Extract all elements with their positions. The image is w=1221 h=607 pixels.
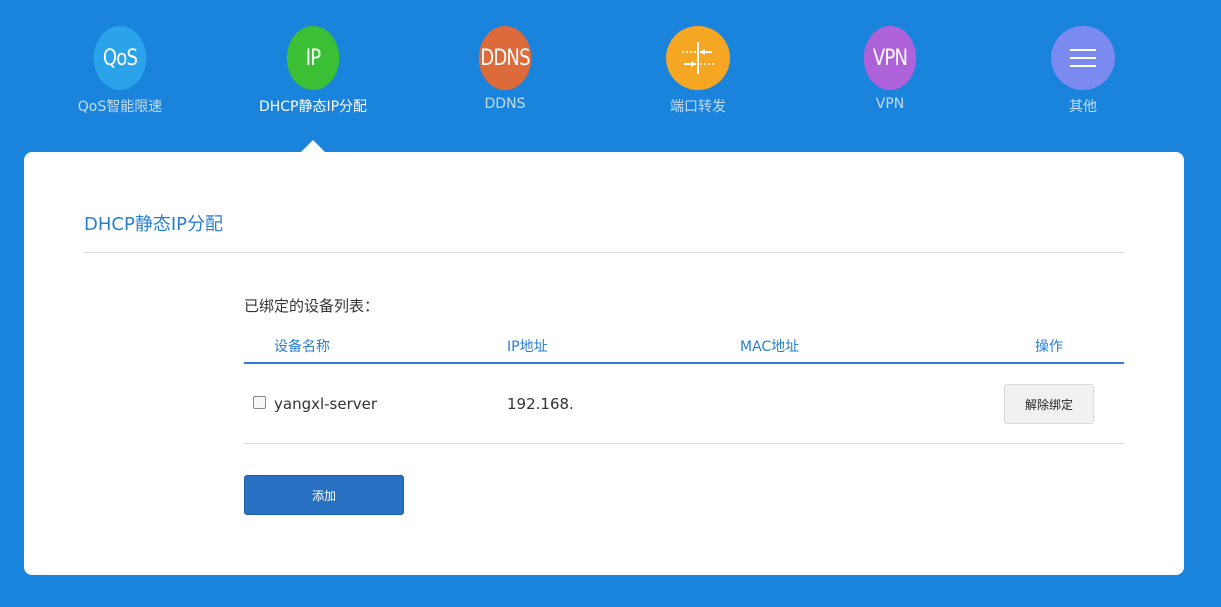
column-header-ip: IP地址 [507, 339, 548, 355]
nav-item-label: DDNS [484, 96, 526, 112]
column-header-device-name: 设备名称 [274, 339, 330, 355]
vpn-badge-icon: VPN [863, 26, 917, 90]
table-header: 设备名称 IP地址 MAC地址 操作 [244, 334, 1124, 364]
content-panel: DHCP静态IP分配 已绑定的设备列表： 设备名称 IP地址 MAC地址 操作 … [24, 152, 1184, 575]
column-header-action: 操作 [1035, 339, 1063, 355]
nav-item-label: 其他 [1069, 99, 1097, 115]
table-row: yangxl-server 192.168. 解除绑定 [244, 363, 1124, 444]
column-header-mac: MAC地址 [740, 339, 800, 355]
ddns-badge-icon: DDNS [478, 26, 532, 90]
ip-badge-icon: IP [286, 26, 340, 90]
nav-item-dhcp-static-ip[interactable]: IP DHCP静态IP分配 [233, 26, 393, 116]
top-nav: QoS QoS智能限速 IP DHCP静态IP分配 DDNS DDNS 端口转发… [0, 0, 1221, 150]
nav-item-other[interactable]: 其他 [1003, 26, 1163, 116]
nav-item-qos[interactable]: QoS QoS智能限速 [40, 26, 200, 116]
nav-item-label: VPN [875, 96, 905, 112]
row-checkbox[interactable] [253, 396, 266, 409]
qos-badge-icon: QoS [93, 26, 147, 90]
unbind-button[interactable]: 解除绑定 [1004, 384, 1094, 424]
device-name-cell: yangxl-server [274, 395, 378, 413]
add-button[interactable]: 添加 [244, 475, 404, 515]
nav-item-ddns[interactable]: DDNS DDNS [425, 26, 585, 112]
port-forward-icon [666, 26, 730, 90]
nav-item-vpn[interactable]: VPN VPN [810, 26, 970, 112]
ip-address-cell: 192.168. [507, 395, 574, 413]
active-tab-pointer [301, 140, 325, 152]
bound-device-list-caption: 已绑定的设备列表： [244, 297, 380, 315]
page-title: DHCP静态IP分配 [84, 214, 223, 235]
nav-item-label: 端口转发 [670, 99, 726, 115]
nav-item-label: QoS智能限速 [77, 99, 163, 115]
title-divider [84, 252, 1124, 253]
nav-item-label: DHCP静态IP分配 [258, 99, 368, 115]
menu-icon [1051, 26, 1115, 90]
nav-item-port-forward[interactable]: 端口转发 [618, 26, 778, 116]
